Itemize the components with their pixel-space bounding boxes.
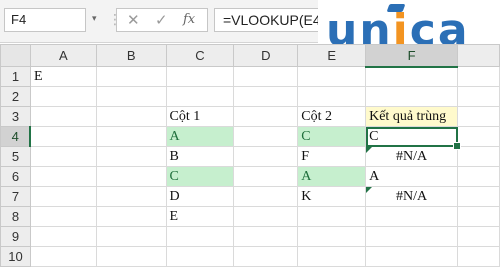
cell[interactable] (95, 146, 167, 167)
column-header-d[interactable]: D (233, 44, 299, 67)
cell[interactable] (457, 126, 500, 147)
cell-e7[interactable]: K (297, 186, 367, 207)
cell[interactable] (233, 146, 299, 167)
cell[interactable] (457, 146, 500, 167)
cell-e6[interactable]: A (297, 166, 367, 187)
cell-f4-value: C (369, 128, 379, 144)
cancel-icon[interactable]: ✕ (127, 11, 140, 29)
name-box[interactable]: F4 (4, 8, 86, 32)
insert-function-icon[interactable]: fx (183, 12, 195, 27)
cell[interactable] (29, 226, 97, 247)
cell[interactable] (457, 226, 500, 247)
column-header-e[interactable]: E (297, 44, 367, 67)
cell[interactable] (233, 106, 299, 127)
column-header-a[interactable]: A (29, 44, 97, 67)
cell[interactable] (233, 126, 299, 147)
cell[interactable] (29, 86, 97, 107)
enter-icon[interactable]: ✓ (155, 11, 168, 29)
cell[interactable] (29, 166, 97, 187)
formula-buttons: ✕ ✓ fx (116, 8, 208, 32)
column-header-c[interactable]: C (165, 44, 235, 67)
cell[interactable] (365, 246, 459, 267)
row-header-8[interactable]: 8 (0, 206, 31, 227)
cell[interactable] (365, 66, 459, 87)
cell[interactable] (29, 206, 97, 227)
row-header-4[interactable]: 4 (0, 126, 32, 147)
cell[interactable] (29, 186, 97, 207)
cell[interactable] (297, 66, 367, 87)
cell-f7[interactable]: #N/A (365, 186, 459, 207)
cell-c8[interactable]: E (165, 206, 235, 227)
cell-a1[interactable]: E (29, 66, 97, 87)
cell-c4[interactable]: A (165, 126, 235, 147)
cell[interactable] (95, 186, 167, 207)
cell[interactable] (165, 86, 235, 107)
cell[interactable] (297, 246, 367, 267)
cell[interactable] (365, 206, 459, 227)
cell[interactable] (233, 86, 299, 107)
select-all-corner[interactable] (0, 44, 31, 67)
spreadsheet-grid: A B C D E F 1 E 2 3 Cột 1 Cột 2 Kết quả … (0, 44, 500, 267)
cell[interactable] (297, 206, 367, 227)
row-header-6[interactable]: 6 (0, 166, 31, 187)
column-header-b[interactable]: B (95, 44, 167, 67)
cell[interactable] (233, 66, 299, 87)
cell[interactable] (457, 186, 500, 207)
cell[interactable] (95, 66, 167, 87)
cell-c6[interactable]: C (165, 166, 235, 187)
name-box-dropdown-icon[interactable]: ▾ (92, 14, 97, 24)
cell[interactable] (95, 126, 167, 147)
cell[interactable] (365, 226, 459, 247)
column-header-f[interactable]: F (365, 44, 459, 68)
cell-f3[interactable]: Kết quả trùng (365, 106, 459, 127)
cell[interactable] (457, 166, 500, 187)
cell[interactable] (165, 226, 235, 247)
row-header-2[interactable]: 2 (0, 86, 31, 107)
cell[interactable] (95, 206, 167, 227)
row-header-1[interactable]: 1 (0, 66, 31, 87)
cell-c5[interactable]: B (165, 146, 235, 167)
cell[interactable] (95, 226, 167, 247)
cell[interactable] (233, 226, 299, 247)
cell-f4-active[interactable]: C (365, 126, 462, 150)
row-header-7[interactable]: 7 (0, 186, 31, 207)
cell[interactable] (457, 206, 500, 227)
cell[interactable] (457, 246, 500, 267)
cell[interactable] (457, 66, 500, 87)
cell-f6[interactable]: A (365, 166, 459, 187)
cell-e4[interactable]: C (297, 126, 367, 147)
cell[interactable] (365, 86, 459, 107)
cell[interactable] (297, 86, 367, 107)
row-header-10[interactable]: 10 (0, 246, 31, 267)
cell[interactable] (29, 126, 97, 147)
cell[interactable] (95, 86, 167, 107)
cell[interactable] (457, 86, 500, 107)
cell[interactable] (233, 246, 299, 267)
cell[interactable] (29, 246, 97, 267)
cell-e5[interactable]: F (297, 146, 367, 167)
cell[interactable] (233, 206, 299, 227)
cell[interactable] (95, 246, 167, 267)
column-header-g[interactable] (457, 44, 500, 67)
cell-c7[interactable]: D (165, 186, 235, 207)
cell-f5[interactable]: #N/A (365, 146, 459, 167)
cell[interactable] (457, 106, 500, 127)
cell[interactable] (95, 166, 167, 187)
cell[interactable] (233, 186, 299, 207)
cell[interactable] (95, 106, 167, 127)
row-header-3[interactable]: 3 (0, 106, 31, 127)
cell[interactable] (297, 226, 367, 247)
cell-e3[interactable]: Cột 2 (297, 106, 367, 127)
cell[interactable] (29, 106, 97, 127)
row-header-9[interactable]: 9 (0, 226, 31, 247)
cell[interactable] (165, 246, 235, 267)
cell-c3[interactable]: Cột 1 (165, 106, 235, 127)
cell[interactable] (165, 66, 235, 87)
row-header-5[interactable]: 5 (0, 146, 31, 167)
cell[interactable] (29, 146, 97, 167)
cell[interactable] (233, 166, 299, 187)
